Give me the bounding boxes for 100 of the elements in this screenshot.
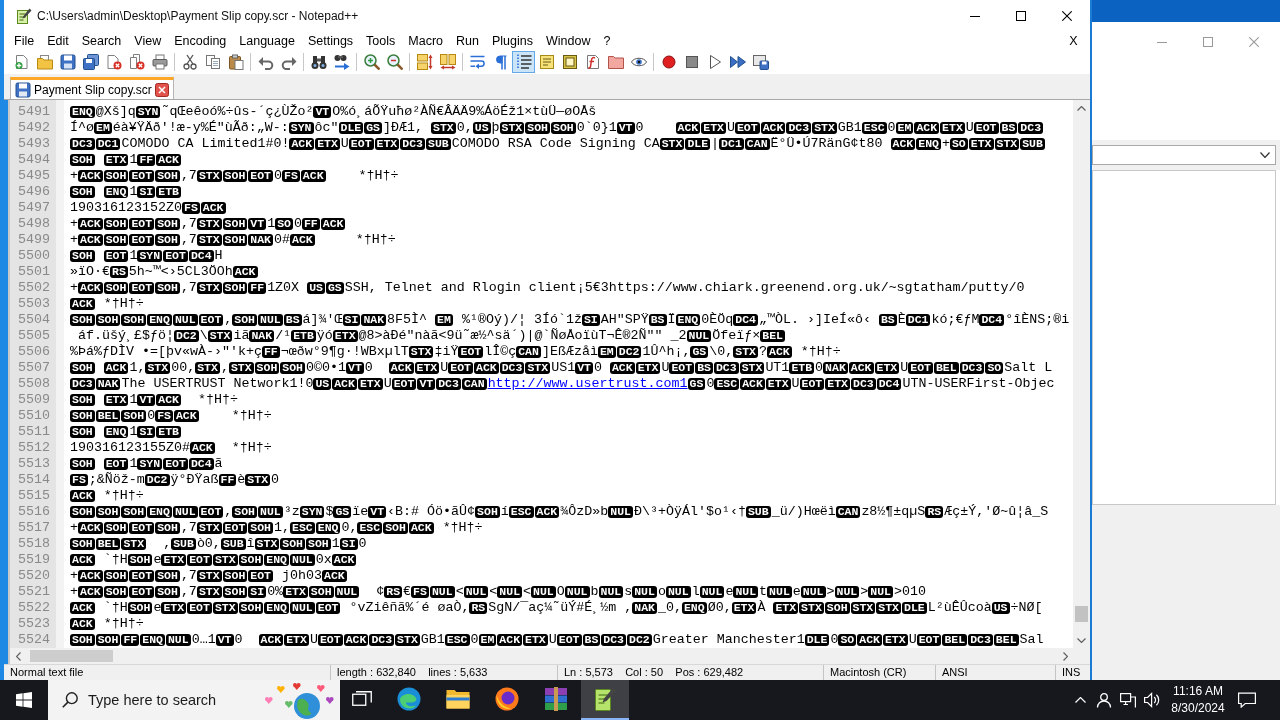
code-text: 1	[267, 216, 276, 232]
control-code: GS	[325, 282, 344, 294]
control-code: STX	[212, 602, 238, 614]
control-code: STX	[733, 346, 758, 358]
line-number: 5522	[17, 600, 51, 616]
code-text: SSH, Telnet and Rlogin client¡5€3https://www.chiark.greenend.org.uk/~sgtatham/putty/0	[344, 280, 1025, 296]
search-field[interactable]: Type here to search	[48, 680, 340, 720]
caret-up-icon[interactable]	[1077, 105, 1086, 111]
control-code: ETX	[283, 586, 308, 598]
control-code: STX	[525, 362, 551, 374]
menu-item[interactable]: Settings	[301, 32, 360, 50]
control-code: ETB	[156, 426, 181, 438]
code-text: U	[340, 136, 349, 152]
menu-item[interactable]: Language	[232, 32, 302, 50]
code-text: 1	[331, 536, 340, 552]
line-number: 5512	[17, 440, 51, 456]
control-code: STX	[431, 122, 456, 134]
code-text: +	[70, 216, 78, 232]
control-code: ACK	[890, 138, 916, 150]
code-text: ,7	[180, 520, 197, 536]
control-code: EOT	[163, 250, 188, 262]
code-text: `†H	[103, 600, 128, 616]
control-code: DC4	[188, 458, 214, 470]
menu-item[interactable]: File	[7, 32, 41, 50]
control-code: DC2	[174, 330, 199, 342]
menu-item[interactable]: ?	[596, 32, 617, 50]
control-code: SOH	[121, 410, 147, 422]
caret-left-icon[interactable]	[15, 651, 21, 661]
control-code: NUL	[165, 634, 191, 646]
control-code: ACK	[78, 570, 103, 582]
control-code: EOT	[248, 170, 274, 182]
control-code: GS	[690, 346, 709, 358]
line-number: 5496	[17, 184, 51, 200]
code-text: 0	[470, 632, 479, 648]
control-code: EOT	[734, 122, 760, 134]
menu-item[interactable]: Tools	[359, 32, 402, 50]
control-code: DC2	[144, 474, 170, 486]
link[interactable]: http://www.usertrust.com1	[487, 376, 688, 392]
code-text: è	[237, 472, 246, 488]
control-code: DC3	[786, 122, 812, 134]
control-code: US	[307, 282, 325, 294]
indent-guide-button[interactable]	[512, 51, 535, 73]
control-code: FF	[137, 154, 156, 166]
menu-item[interactable]: Run	[449, 32, 486, 50]
control-code: ACK	[78, 234, 103, 246]
control-code: ENQ	[681, 602, 707, 614]
menu-item[interactable]: Encoding	[167, 32, 233, 50]
menu-item[interactable]: Edit	[40, 32, 76, 50]
menu-item[interactable]: Plugins	[485, 32, 540, 50]
control-code: ACK	[300, 170, 326, 182]
menu-item[interactable]: View	[127, 32, 168, 50]
code-text: Í^ø	[70, 120, 94, 136]
menu-item[interactable]: Window	[539, 32, 597, 50]
file-tab[interactable]: Payment Slip copy.scr	[10, 77, 174, 99]
double-floppy-icon	[82, 54, 99, 70]
control-code: ACK	[322, 570, 347, 582]
control-code: ENQ	[264, 602, 290, 614]
scrollbar-thumb[interactable]	[30, 650, 113, 662]
code-text: _0,	[657, 600, 682, 616]
control-code: DC3	[1018, 122, 1044, 134]
clock[interactable]: 11:16 AM 8/30/2024	[1164, 680, 1232, 720]
taskbar-app-button[interactable]	[581, 680, 629, 720]
menu-item[interactable]: Macro	[401, 32, 450, 50]
control-code: GS	[364, 122, 383, 134]
code-text: 0	[635, 120, 644, 136]
control-code: STX	[499, 122, 525, 134]
code-text: »ïO·€	[70, 264, 110, 280]
code-text: 1Û^h¡,	[642, 344, 691, 360]
control-code: NUL	[334, 586, 360, 598]
horizontal-scrollbar[interactable]	[10, 648, 1073, 664]
control-code: SOH	[103, 218, 129, 230]
control-code: SOH	[70, 314, 95, 326]
code-text: 0	[815, 360, 824, 376]
control-code: BS	[582, 634, 601, 646]
code-text: ³z	[283, 504, 300, 520]
line-number: 5493	[17, 136, 51, 152]
control-code: STX	[799, 602, 824, 614]
code-text: 1	[129, 424, 138, 440]
code-text: ,7	[180, 216, 197, 232]
code-text: ¬œðw°9¶g·!WBxµlT	[280, 344, 409, 360]
scrollbar-thumb[interactable]	[1075, 606, 1088, 622]
control-code: SO	[275, 218, 293, 230]
code-text: U	[900, 360, 909, 376]
control-code: STX	[876, 602, 901, 614]
menu-item[interactable]: Search	[75, 32, 128, 50]
control-code: NUL	[172, 314, 198, 326]
binoculars-arrow-icon	[333, 54, 350, 70]
control-code: ENQ	[147, 506, 172, 518]
caret-down-icon[interactable]	[1077, 637, 1086, 643]
close-icon[interactable]	[154, 82, 169, 97]
code-text: Ð\³+ÒÿÁl'$o¹‹†	[633, 504, 746, 520]
caret-right-icon[interactable]	[1062, 651, 1068, 661]
code-text: >	[860, 584, 869, 600]
control-code: US	[991, 602, 1010, 614]
maximize-icon	[1016, 11, 1026, 21]
close-document-button[interactable]: X	[1062, 32, 1084, 50]
line-number: 5516	[17, 504, 51, 520]
control-code: GS	[687, 378, 706, 390]
vertical-scrollbar[interactable]	[1073, 100, 1090, 648]
line-number: 5508	[17, 376, 51, 392]
